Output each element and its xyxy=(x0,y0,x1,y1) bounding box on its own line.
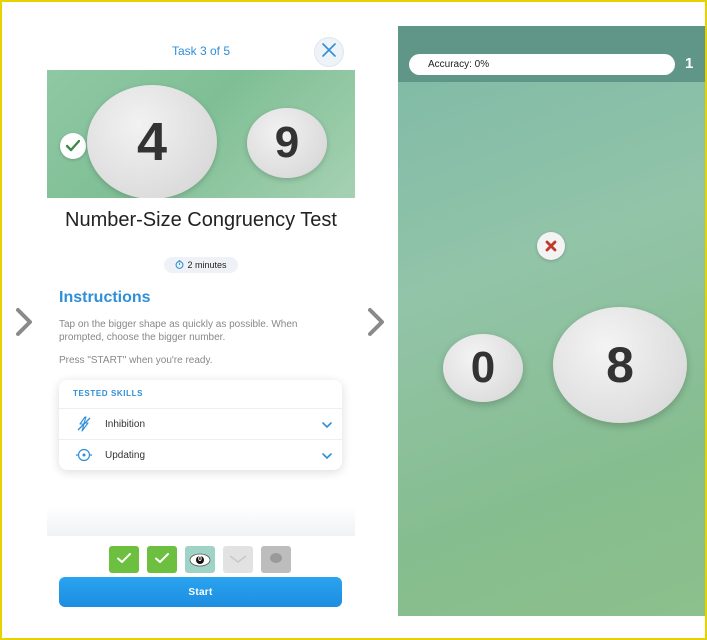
instructions-heading: Instructions xyxy=(59,289,151,306)
test-title: Number-Size Congruency Test xyxy=(65,209,337,231)
progress-step-badge: 0 xyxy=(198,556,202,563)
progress-step-4 xyxy=(223,546,253,573)
skill-item-updating[interactable]: Updating xyxy=(59,439,342,470)
instructions-ready-text: Press "START" when you're ready. xyxy=(59,355,213,366)
game-play-screen: Accuracy: 0% 1 0 8 xyxy=(398,26,705,616)
instructions-text: Tap on the bigger shape as quickly as po… xyxy=(59,319,298,343)
progress-step-2 xyxy=(147,546,177,573)
accuracy-indicator: Accuracy: 0% xyxy=(409,54,675,75)
tested-skills-heading: TESTED SKILLS xyxy=(73,389,144,398)
check-icon xyxy=(60,133,86,159)
number-choice-small[interactable]: 0 xyxy=(443,334,523,402)
inhibition-icon xyxy=(69,416,99,432)
chevron-right-icon xyxy=(364,304,388,340)
duration-label: 2 minutes xyxy=(187,260,227,270)
wrong-x-icon xyxy=(537,232,565,260)
chevron-down-icon[interactable] xyxy=(322,446,332,464)
eye-icon: 0 xyxy=(189,553,211,567)
trial-counter: 1 xyxy=(685,55,694,72)
check-icon xyxy=(155,551,169,569)
progress-step-3: 0 xyxy=(185,546,215,573)
number-choice-large[interactable]: 8 xyxy=(553,307,687,423)
progress-step-1 xyxy=(109,546,139,573)
progress-step-5 xyxy=(261,546,291,573)
task-progress-indicator: 0 xyxy=(47,546,355,576)
hero-preview-image: 4 9 xyxy=(47,70,355,198)
skill-item-inhibition[interactable]: Inhibition xyxy=(59,408,342,439)
task-intro-screen: Task 3 of 5 4 9 Number-Size Congruency T… xyxy=(47,26,355,620)
locked-icon xyxy=(269,551,283,569)
duration-badge: 2 minutes xyxy=(164,257,238,273)
task-header: Task 3 of 5 xyxy=(47,26,355,70)
check-icon xyxy=(117,551,131,569)
start-button[interactable]: Start xyxy=(59,577,342,607)
hero-number-small: 9 xyxy=(247,108,327,178)
skill-label: Inhibition xyxy=(105,418,146,430)
tested-skills-card: TESTED SKILLS Inhibition Updating xyxy=(59,380,342,470)
stopwatch-icon xyxy=(175,259,184,271)
close-icon xyxy=(322,42,336,62)
locked-icon xyxy=(229,551,247,569)
updating-icon xyxy=(69,447,99,463)
hero-number-large: 4 xyxy=(87,85,217,198)
chevron-right-icon xyxy=(12,304,36,340)
task-progress-label: Task 3 of 5 xyxy=(171,44,231,58)
game-top-bar: Accuracy: 0% 1 xyxy=(398,26,705,82)
bottom-fade xyxy=(47,506,355,536)
chevron-down-icon[interactable] xyxy=(322,415,332,433)
close-button[interactable] xyxy=(314,37,344,67)
skill-label: Updating xyxy=(105,449,146,461)
